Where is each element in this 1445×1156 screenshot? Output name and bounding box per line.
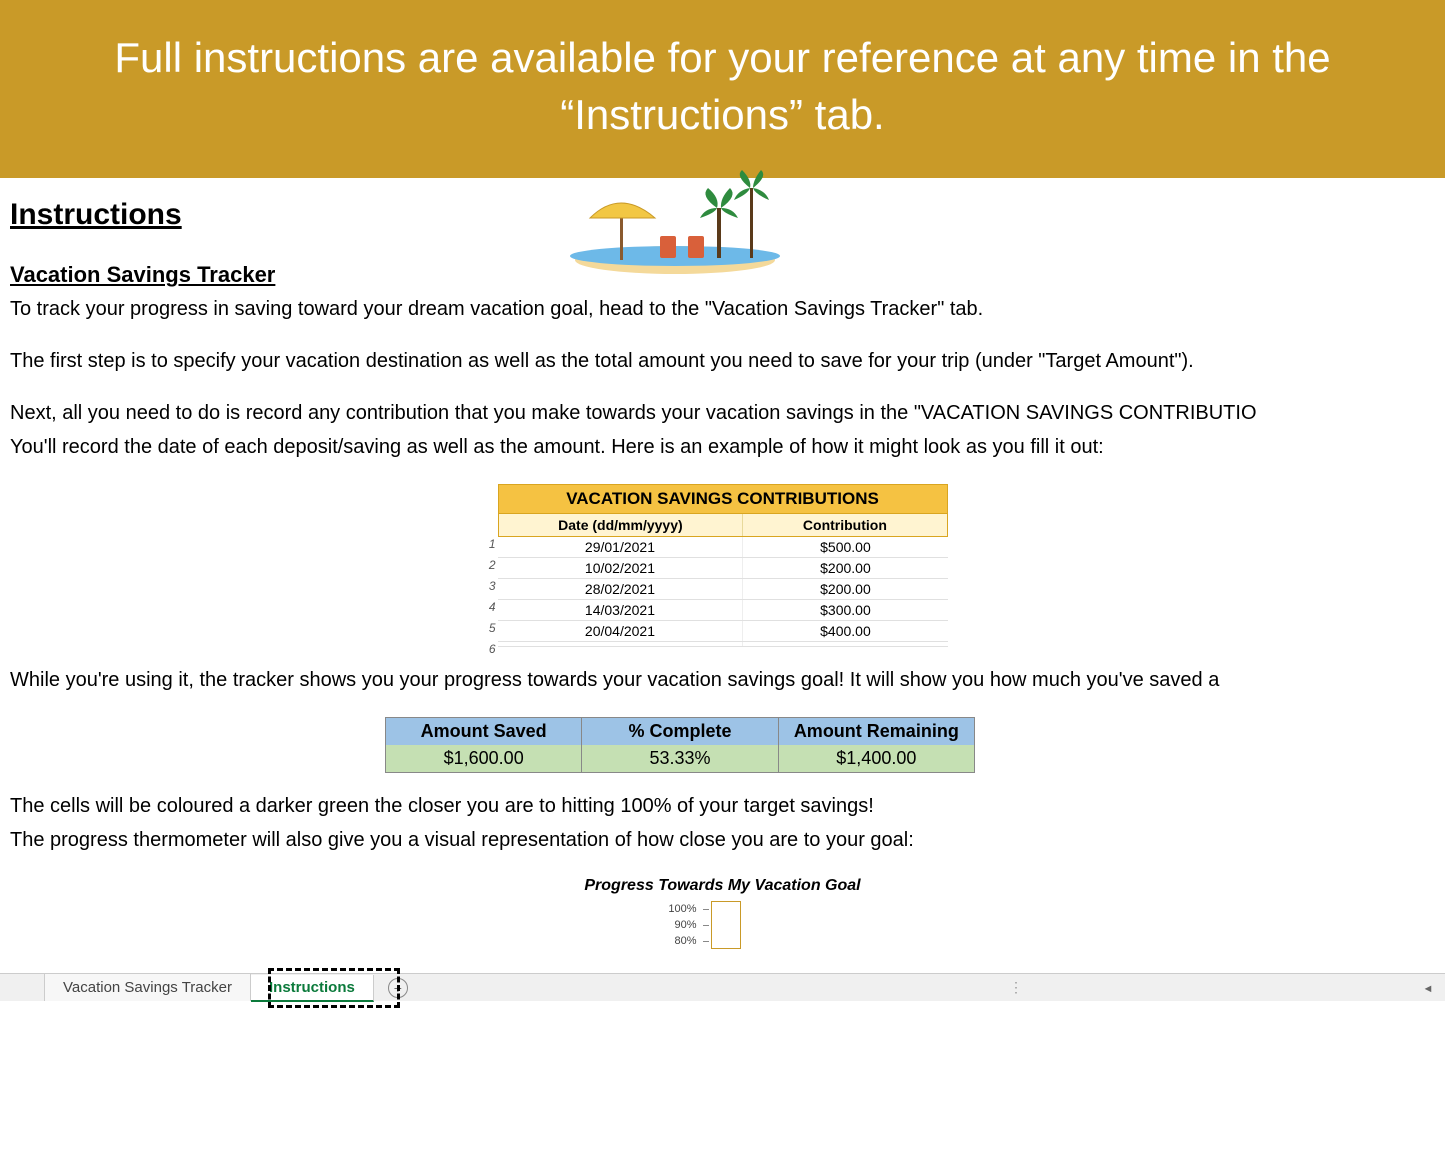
table-row: 129/01/2021$500.00 [498, 537, 948, 558]
row-index: 4 [478, 600, 496, 614]
thermometer-bar [711, 901, 741, 949]
summary-row: $1,600.00 53.33% $1,400.00 [386, 745, 974, 772]
cell-date: 20/04/2021 [498, 621, 744, 641]
body-text: The cells will be coloured a darker gree… [10, 791, 1435, 821]
cell-date: 28/02/2021 [498, 579, 744, 599]
tick-label: 100% [663, 903, 703, 915]
add-sheet-button[interactable]: + [388, 978, 408, 998]
body-text: To track your progress in saving toward … [10, 294, 1435, 324]
table-row: 328/02/2021$200.00 [498, 579, 948, 600]
document-content: Instructions Vacation Savings Tracker [0, 178, 1445, 949]
cell-remaining: $1,400.00 [779, 745, 974, 772]
col-header-remaining: Amount Remaining [779, 718, 974, 745]
col-header-percent: % Complete [582, 718, 778, 745]
chart-title: Progress Towards My Vacation Goal [10, 877, 1435, 895]
row-index: 2 [478, 558, 496, 572]
cell-amount: $400.00 [743, 621, 947, 641]
tick-line [703, 941, 709, 942]
table-header: Date (dd/mm/yyyy) Contribution [498, 514, 948, 537]
tick-line [703, 909, 709, 910]
table-row: 414/03/2021$300.00 [498, 600, 948, 621]
cell-date: 14/03/2021 [498, 600, 744, 620]
table-row: 520/04/2021$400.00 [498, 621, 948, 642]
cell-saved: $1,600.00 [386, 745, 582, 772]
summary-header: Amount Saved % Complete Amount Remaining [386, 718, 974, 745]
table-title: VACATION SAVINGS CONTRIBUTIONS [498, 484, 948, 514]
tab-instructions[interactable]: Instructions [251, 975, 374, 1002]
table-row: 6 [498, 642, 948, 647]
cell-date: 10/02/2021 [498, 558, 744, 578]
tick-label: 90% [663, 919, 703, 931]
tab-vacation-savings-tracker[interactable]: Vacation Savings Tracker [45, 974, 251, 1001]
cell-amount [743, 642, 947, 646]
plus-icon: + [394, 980, 402, 996]
summary-table: Amount Saved % Complete Amount Remaining… [385, 717, 975, 773]
col-header-contribution: Contribution [743, 514, 946, 536]
cell-amount: $300.00 [743, 600, 947, 620]
info-banner: Full instructions are available for your… [0, 0, 1445, 178]
cell-amount: $500.00 [743, 537, 947, 557]
body-text: The first step is to specify your vacati… [10, 346, 1435, 376]
cell-percent: 53.33% [582, 745, 778, 772]
body-text: The progress thermometer will also give … [10, 825, 1435, 855]
table-row: 210/02/2021$200.00 [498, 558, 948, 579]
col-header-date: Date (dd/mm/yyyy) [499, 514, 744, 536]
tick-line [703, 925, 709, 926]
col-header-saved: Amount Saved [386, 718, 582, 745]
tick-label: 80% [663, 935, 703, 947]
tab-resize-handle-icon[interactable]: ⋮ [1009, 979, 1025, 996]
tab-nav-spacer [0, 974, 45, 1001]
cell-date [498, 642, 744, 646]
row-index: 3 [478, 579, 496, 593]
contributions-table: VACATION SAVINGS CONTRIBUTIONS Date (dd/… [498, 484, 948, 647]
cell-amount: $200.00 [743, 579, 947, 599]
beach-illustration-icon [560, 168, 790, 278]
scroll-left-icon[interactable]: ◄ [1419, 980, 1437, 998]
row-index: 6 [478, 642, 496, 656]
progress-thermometer-chart: 100% 90% 80% [663, 901, 783, 949]
cell-amount: $200.00 [743, 558, 947, 578]
body-text: You'll record the date of each deposit/s… [10, 432, 1435, 462]
body-text: Next, all you need to do is record any c… [10, 398, 1435, 428]
sheet-tab-bar: Vacation Savings Tracker Instructions + [0, 973, 1445, 1001]
row-index: 1 [478, 537, 496, 551]
cell-date: 29/01/2021 [498, 537, 744, 557]
row-index: 5 [478, 621, 496, 635]
body-text: While you're using it, the tracker shows… [10, 665, 1435, 695]
